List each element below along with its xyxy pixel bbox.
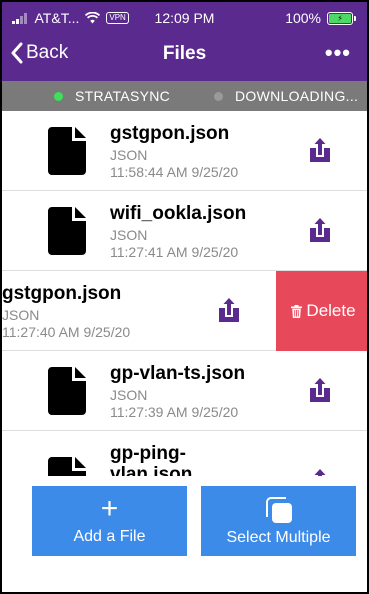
file-icon	[48, 127, 86, 175]
share-icon[interactable]	[309, 138, 331, 162]
nav-bar: Back Files •••	[2, 34, 367, 81]
file-icon	[48, 457, 86, 476]
file-name: gp-ping-vlan.json	[110, 443, 193, 476]
file-row[interactable]: gp-ping-vlan.json JSON	[2, 431, 367, 476]
file-icon	[48, 207, 86, 255]
file-list[interactable]: gstgpon.json JSON 11:58:44 AM 9/25/20 wi…	[2, 111, 367, 476]
header: AT&T... VPN 12:09 PM 100% ⚡ Back Files •…	[2, 2, 367, 81]
file-type: JSON	[110, 147, 148, 163]
file-row[interactable]: gstgpon.json JSON 11:58:44 AM 9/25/20	[2, 111, 367, 191]
file-name: gp-vlan-ts.json	[110, 363, 246, 384]
file-type: JSON	[2, 307, 40, 323]
file-icon	[48, 367, 86, 415]
delete-label: Delete	[306, 301, 356, 320]
battery-icon: ⚡	[327, 11, 356, 25]
share-icon[interactable]	[309, 469, 331, 476]
file-row[interactable]: wifi_ookla.json JSON 11:27:41 AM 9/25/20	[2, 191, 367, 271]
plus-icon: +	[100, 492, 119, 525]
status-right: 100% ⚡	[285, 10, 356, 26]
more-options-button[interactable]: •••	[325, 40, 351, 66]
file-date: 11:27:40 AM 9/25/20	[2, 324, 131, 340]
select-multiple-icon	[265, 497, 292, 523]
select-multiple-label: Select Multiple	[226, 529, 331, 546]
select-multiple-button[interactable]: Select Multiple	[201, 486, 356, 556]
status-dot-icon	[214, 91, 223, 101]
file-date: 11:27:39 AM 9/25/20	[110, 404, 239, 420]
sync-status-stratasync: STRATASYNC	[54, 88, 170, 104]
delete-button[interactable]: Delete	[276, 271, 367, 351]
share-icon[interactable]	[218, 298, 240, 322]
share-icon[interactable]	[309, 378, 331, 402]
share-icon[interactable]	[309, 218, 331, 242]
sync-status-downloading: DOWNLOADING...	[214, 88, 358, 104]
sync-status-strip: STRATASYNC DOWNLOADING...	[2, 81, 367, 111]
sync-label: STRATASYNC	[75, 88, 171, 104]
add-file-button[interactable]: + Add a File	[32, 486, 187, 556]
battery-percent: 100%	[285, 10, 321, 26]
file-name: gstgpon.json	[110, 123, 230, 144]
action-bar: + Add a File Select Multiple	[2, 476, 367, 592]
add-file-label: Add a File	[73, 528, 146, 545]
trash-icon	[291, 304, 303, 318]
file-type: JSON	[110, 387, 148, 403]
page-title: Files	[162, 43, 207, 64]
status-dot-icon	[54, 91, 63, 101]
file-row-swiped[interactable]: gstgpon.json JSON 11:27:40 AM 9/25/20 De…	[2, 271, 367, 351]
file-date: 11:27:41 AM 9/25/20	[110, 244, 239, 260]
file-name: gstgpon.json	[2, 283, 122, 304]
file-row[interactable]: gp-vlan-ts.json JSON 11:27:39 AM 9/25/20	[2, 351, 367, 431]
file-type: JSON	[110, 227, 148, 243]
file-date: 11:58:44 AM 9/25/20	[110, 164, 239, 180]
status-bar: AT&T... VPN 12:09 PM 100% ⚡	[2, 2, 367, 34]
file-name: wifi_ookla.json	[110, 203, 247, 224]
sync-label: DOWNLOADING...	[235, 88, 359, 104]
app-frame: AT&T... VPN 12:09 PM 100% ⚡ Back Files •…	[0, 0, 369, 594]
